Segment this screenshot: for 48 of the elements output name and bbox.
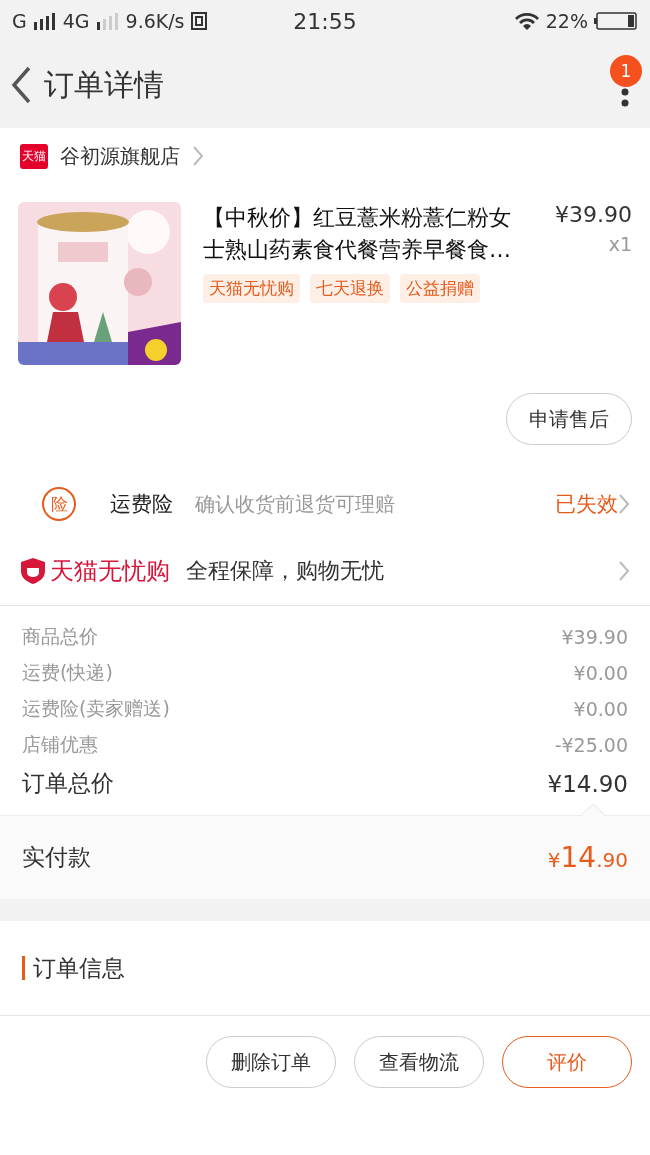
action-button[interactable]: 删除订单 [206,1036,336,1088]
shield-icon [20,557,46,585]
service-tag: 七天退换 [310,274,390,303]
price-label: 订单总价 [22,769,114,798]
insurance-status[interactable]: 已失效 [555,490,618,518]
guarantee-text: 全程保障，购物无忧 [186,557,385,585]
service-tag: 公益捐赠 [400,274,480,303]
network-text: 4G [62,10,90,32]
paid-label: 实付款 [22,843,91,872]
after-sale-button[interactable]: 申请售后 [506,393,632,445]
paid-amount: ¥14.90 [547,841,628,874]
price-label: 运费险(卖家赠送) [22,696,170,721]
wifi-icon [513,11,540,31]
price-label: 店铺优惠 [22,732,98,757]
store-logo: 天猫 [20,143,48,169]
clock-text: 21:55 [293,8,357,34]
guarantee-brand: 天猫无忧购 [50,556,170,587]
price-value: ¥39.90 [561,626,628,648]
section-title: 订单信息 [33,953,125,983]
chevron-right-icon [618,560,630,582]
store-name[interactable]: 谷初源旗舰店 [60,142,180,170]
back-icon[interactable] [10,66,32,104]
chevron-right-icon [192,145,204,167]
signal-icon [95,12,120,30]
page-title: 订单详情 [44,65,165,104]
price-value: -¥25.00 [554,734,628,756]
product-title[interactable]: 【中秋价】红豆薏米粉薏仁粉女士熟山药素食代餐营养早餐食… [203,202,521,266]
insurance-icon: 险 [42,487,76,521]
price-value: ¥0.00 [573,662,628,684]
chevron-right-icon [618,493,630,515]
action-button[interactable]: 评价 [502,1036,632,1088]
speed-text: 9.6K/s [125,10,185,32]
battery-text: 22% [545,10,588,32]
insurance-name: 运费险 [110,491,173,518]
price-label: 运费(快递) [22,660,113,685]
product-price: ¥39.90 [555,202,632,227]
battery-icon [594,11,638,31]
action-button[interactable]: 查看物流 [354,1036,484,1088]
notification-badge: 1 [610,55,642,87]
service-tag: 天猫无忧购 [203,274,300,303]
sim-icon [190,12,207,30]
signal-icon [32,12,57,30]
price-value: ¥0.00 [573,698,628,720]
insurance-description: 确认收货前退货可理赔 [195,491,395,517]
price-label: 商品总价 [22,624,98,649]
product-quantity: x1 [608,233,632,255]
price-value: ¥14.90 [547,770,628,797]
carrier-text: G [12,10,27,32]
